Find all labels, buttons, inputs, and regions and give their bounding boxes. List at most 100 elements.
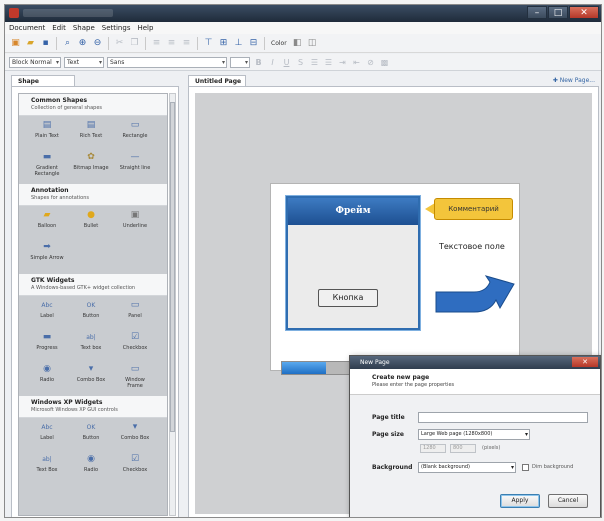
open-folder-icon[interactable]: ▰: [24, 37, 37, 50]
shape-combobox-widget[interactable]: ▾ Combo Box: [73, 363, 109, 393]
category-header[interactable]: Windows XP Widgets Microsoft Windows XP …: [19, 396, 167, 418]
dialog-header: Create new page Please enter the page pr…: [350, 369, 600, 395]
close-icon[interactable]: ✕: [572, 357, 598, 367]
shape-label: Progress: [36, 345, 58, 351]
shape-xp-label[interactable]: Abc Label: [29, 421, 65, 451]
align-top-icon[interactable]: ⊤: [202, 37, 215, 50]
shape-xp-radio[interactable]: ◉ Radio: [73, 453, 109, 483]
scrollbar-thumb[interactable]: [170, 102, 175, 432]
category-gtk-widgets: GTK Widgets A Windows-based GTK+ widget …: [19, 274, 167, 396]
shape-rich-text[interactable]: ▤ Rich Text: [73, 119, 109, 149]
style-combo[interactable]: Block Normal: [9, 56, 61, 68]
shape-list-scrollbar[interactable]: [169, 93, 176, 516]
italic-icon[interactable]: I: [267, 57, 278, 68]
minimize-icon[interactable]: –: [527, 6, 547, 19]
align-left-icon[interactable]: ≡: [150, 37, 163, 50]
zoom-icon[interactable]: ⌕: [61, 37, 74, 50]
shape-label-widget[interactable]: Abc Label: [29, 299, 65, 329]
zoom-out-icon[interactable]: ⊖: [91, 37, 104, 50]
bold-icon[interactable]: B: [253, 57, 264, 68]
shape-radio-widget[interactable]: ◉ Radio: [29, 363, 65, 393]
border-color-icon[interactable]: ◫: [306, 37, 319, 50]
text-field-shape[interactable]: Текстовое поле: [439, 242, 505, 251]
shape-xp-checkbox[interactable]: ☑ Checkbox: [117, 453, 153, 483]
shape-label: Balloon: [37, 223, 57, 229]
menu-shape[interactable]: Shape: [73, 24, 95, 32]
align-middle-icon[interactable]: ⊞: [217, 37, 230, 50]
cut-icon[interactable]: ✂: [113, 37, 126, 50]
shape-checkbox-widget[interactable]: ☑ Checkbox: [117, 331, 153, 361]
background-combo[interactable]: (Blank background): [418, 462, 516, 473]
distribute-icon[interactable]: ⊟: [247, 37, 260, 50]
underline-icon[interactable]: U: [281, 57, 292, 68]
page-size-combo[interactable]: Large Web page (1280x800): [418, 429, 530, 440]
callout-shape[interactable]: Комментарий: [434, 198, 513, 220]
shape-xp-textbox[interactable]: ab| Text Box: [29, 453, 65, 483]
copy-icon[interactable]: ❐: [128, 37, 141, 50]
cancel-button[interactable]: Cancel: [548, 494, 588, 508]
shape-panel-widget[interactable]: ▭ Panel: [117, 299, 153, 329]
link-icon[interactable]: ⊘: [365, 57, 376, 68]
outdent-icon[interactable]: ⇤: [351, 57, 362, 68]
toolbar-separator: [197, 36, 198, 50]
frame-shape[interactable]: Фрейм Кнопка: [286, 196, 420, 330]
shape-bullet[interactable]: ● Bullet: [73, 209, 109, 239]
rectangle-icon: ▭: [130, 120, 140, 130]
image-icon[interactable]: ▩: [379, 57, 390, 68]
button-shape[interactable]: Кнопка: [318, 289, 378, 307]
menu-settings[interactable]: Settings: [102, 24, 131, 32]
category-items: Abc Label OK Button ▭ Panel ▬ Progress ab| Te…: [19, 296, 167, 396]
menu-edit[interactable]: Edit: [52, 24, 66, 32]
font-size-combo[interactable]: [230, 56, 250, 68]
category-header[interactable]: Common Shapes Collection of general shap…: [19, 94, 167, 116]
new-document-icon[interactable]: ▣: [9, 37, 22, 50]
shape-gradient-rectangle[interactable]: ▬ Gradient Rectangle: [29, 151, 65, 181]
font-combo[interactable]: Sans: [107, 56, 227, 68]
shape-label: Underline: [122, 223, 148, 229]
maximize-icon[interactable]: □: [548, 6, 568, 19]
text-size-combo[interactable]: Text: [64, 56, 104, 68]
toolbar-separator: [264, 36, 265, 50]
page-title-input[interactable]: [418, 412, 588, 423]
align-right-icon[interactable]: ≡: [180, 37, 193, 50]
dim-background-checkbox[interactable]: [522, 464, 529, 471]
new-page-link[interactable]: ✚ New Page...: [553, 77, 595, 84]
dialog-subheading: Please enter the page properties: [372, 382, 455, 388]
numbered-list-icon[interactable]: ☰: [323, 57, 334, 68]
category-header[interactable]: GTK Widgets A Windows-based GTK+ widget …: [19, 274, 167, 296]
shape-xp-button[interactable]: OK Button: [73, 421, 109, 451]
shape-xp-combobox[interactable]: ▾ Combo Box: [117, 421, 153, 451]
shape-rectangle[interactable]: ▭ Rectangle: [117, 119, 153, 149]
menu-help[interactable]: Help: [137, 24, 153, 32]
shape-window-frame-widget[interactable]: ▭ Window Frame: [117, 363, 153, 393]
align-center-icon[interactable]: ≡: [165, 37, 178, 50]
apply-button[interactable]: Apply: [500, 494, 540, 508]
strikethrough-icon[interactable]: S: [295, 57, 306, 68]
background-label: Background: [372, 464, 413, 471]
arrow-shape[interactable]: [434, 272, 518, 324]
shape-underline[interactable]: ▣ Underline: [117, 209, 153, 239]
page-height-spin[interactable]: 800: [450, 444, 476, 453]
shape-plain-text[interactable]: ▤ Plain Text: [29, 119, 65, 149]
shape-progress-widget[interactable]: ▬ Progress: [29, 331, 65, 361]
mockup-page[interactable]: Фрейм Кнопка Комментарий Текстовое поле: [270, 183, 520, 371]
shape-bitmap-image[interactable]: ✿ Bitmap Image: [73, 151, 109, 181]
zoom-in-icon[interactable]: ⊕: [76, 37, 89, 50]
shape-straight-line[interactable]: — Straight line: [117, 151, 153, 181]
bullet-list-icon[interactable]: ☰: [309, 57, 320, 68]
menu-document[interactable]: Document: [9, 24, 45, 32]
save-icon[interactable]: ▪: [39, 37, 52, 50]
color-picker-icon[interactable]: ◧: [291, 37, 304, 50]
category-header[interactable]: Annotation Shapes for annotations: [19, 184, 167, 206]
page-width-spin[interactable]: 1280: [420, 444, 446, 453]
align-bottom-icon[interactable]: ⊥: [232, 37, 245, 50]
shape-balloon[interactable]: ▰ Balloon: [29, 209, 65, 239]
indent-icon[interactable]: ⇥: [337, 57, 348, 68]
shape-button-widget[interactable]: OK Button: [73, 299, 109, 329]
shape-textbox-widget[interactable]: ab| Text box: [73, 331, 109, 361]
dialog-title: New Page: [360, 359, 390, 366]
shape-simple-arrow[interactable]: ➡ Simple Arrow: [29, 241, 65, 271]
main-toolbar: ▣ ▰ ▪ ⌕ ⊕ ⊖ ✂ ❐ ≡ ≡ ≡ ⊤ ⊞ ⊥ ⊟ Color ◧ ◫: [5, 34, 601, 53]
page-title-label: Page title: [372, 414, 405, 421]
close-icon[interactable]: ✕: [569, 6, 599, 19]
